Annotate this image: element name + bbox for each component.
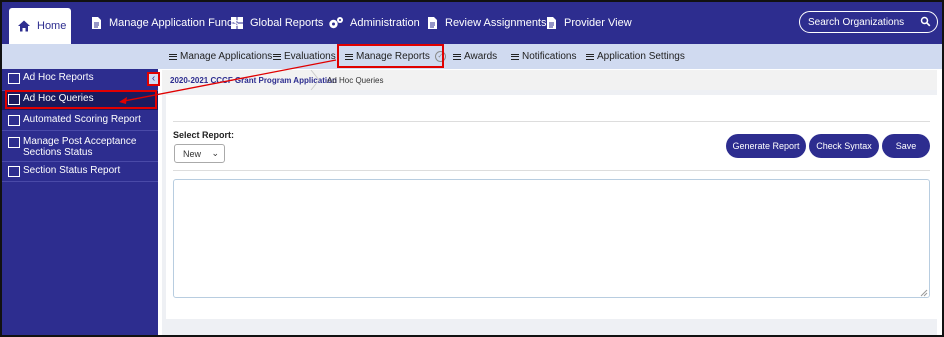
report-select[interactable]: New ⌄ xyxy=(174,144,225,163)
nav-provider-view[interactable]: Provider View xyxy=(544,2,632,44)
menu-icon xyxy=(453,52,461,61)
divider xyxy=(173,170,930,171)
search-placeholder: Search Organizations xyxy=(808,16,905,28)
nav-global-reports[interactable]: Global Reports xyxy=(230,2,323,44)
subnav-notifications[interactable]: Notifications xyxy=(511,44,576,69)
generate-report-button[interactable]: Generate Report xyxy=(726,134,806,158)
list-icon xyxy=(8,137,20,148)
menu-icon xyxy=(586,52,594,61)
select-report-label: Select Report: xyxy=(173,130,235,140)
document-icon xyxy=(428,17,437,29)
sidebar-item-manage-post-acceptance-sections-status[interactable]: Manage Post Acceptance Sections Status xyxy=(2,133,158,162)
subnav-manage-applications[interactable]: Manage Applications xyxy=(169,44,272,69)
nav-home-label: Home xyxy=(37,20,67,32)
save-button[interactable]: Save xyxy=(882,134,930,158)
query-textarea[interactable] xyxy=(173,179,930,298)
report-icon xyxy=(8,166,20,177)
menu-icon xyxy=(169,52,177,61)
document-icon xyxy=(92,17,101,29)
sidebar-item-automated-scoring-report[interactable]: Automated Scoring Report xyxy=(2,112,158,131)
nav-label: Administration xyxy=(350,17,420,29)
nav-label: Global Reports xyxy=(250,17,324,29)
breadcrumb-separator-icon xyxy=(310,70,320,90)
nav-label: Provider View xyxy=(564,17,632,29)
sidebar-collapse-button[interactable]: ‹ xyxy=(147,72,160,86)
check-syntax-button[interactable]: Check Syntax xyxy=(809,134,879,158)
sidebar-item-label: Manage Post Acceptance Sections Status xyxy=(23,136,137,158)
nav-label: Review Assignments xyxy=(445,17,547,29)
subnav-label: Evaluations xyxy=(284,51,336,62)
resize-grip-icon[interactable] xyxy=(919,288,928,297)
report-select-value: New xyxy=(183,149,202,159)
subnav-evaluations[interactable]: Evaluations xyxy=(273,44,336,69)
chart-icon xyxy=(8,73,20,84)
sidebar-item-label: Automated Scoring Report xyxy=(23,114,141,125)
chevron-down-icon: ⌄ xyxy=(211,148,219,158)
menu-icon xyxy=(511,52,519,61)
subnav-label: Application Settings xyxy=(597,51,685,62)
sidebar-item-section-status-report[interactable]: Section Status Report xyxy=(2,163,158,182)
sub-nav: Manage Applications Evaluations Manage R… xyxy=(2,44,942,69)
search-input[interactable]: Search Organizations xyxy=(799,11,938,33)
gears-icon xyxy=(329,17,343,29)
nav-manage-application-funds[interactable]: Manage Application Funds xyxy=(89,2,239,44)
subnav-label: Awards xyxy=(464,51,498,62)
nav-label: Manage Application Funds xyxy=(109,17,239,29)
breadcrumb-current: Ad Hoc Queries xyxy=(327,76,384,85)
annotation-highlight-manage-reports xyxy=(337,44,444,68)
subnav-label: Notifications xyxy=(522,51,577,62)
app-window: Home Manage Application Funds Global Rep… xyxy=(0,0,944,337)
nav-home[interactable]: Home xyxy=(9,8,71,44)
document-icon xyxy=(547,17,556,29)
sidebar-item-label: Ad Hoc Reports xyxy=(23,72,94,83)
search-icon[interactable] xyxy=(920,16,931,27)
menu-icon xyxy=(273,52,281,61)
sidebar-item-label: Section Status Report xyxy=(23,165,121,176)
grid-icon xyxy=(231,17,243,29)
subnav-label: Manage Applications xyxy=(180,51,273,62)
nav-review-assignments[interactable]: Review Assignments xyxy=(425,2,547,44)
home-icon xyxy=(18,20,30,32)
top-nav: Home Manage Application Funds Global Rep… xyxy=(2,2,942,44)
divider xyxy=(173,121,930,122)
sidebar-item-ad-hoc-reports[interactable]: Ad Hoc Reports xyxy=(2,72,158,91)
annotation-highlight-ad-hoc-queries xyxy=(5,90,157,109)
subnav-application-settings[interactable]: Application Settings xyxy=(586,44,685,69)
subnav-awards[interactable]: Awards xyxy=(453,44,497,69)
list-icon xyxy=(8,115,20,126)
nav-administration[interactable]: Administration xyxy=(328,2,420,44)
